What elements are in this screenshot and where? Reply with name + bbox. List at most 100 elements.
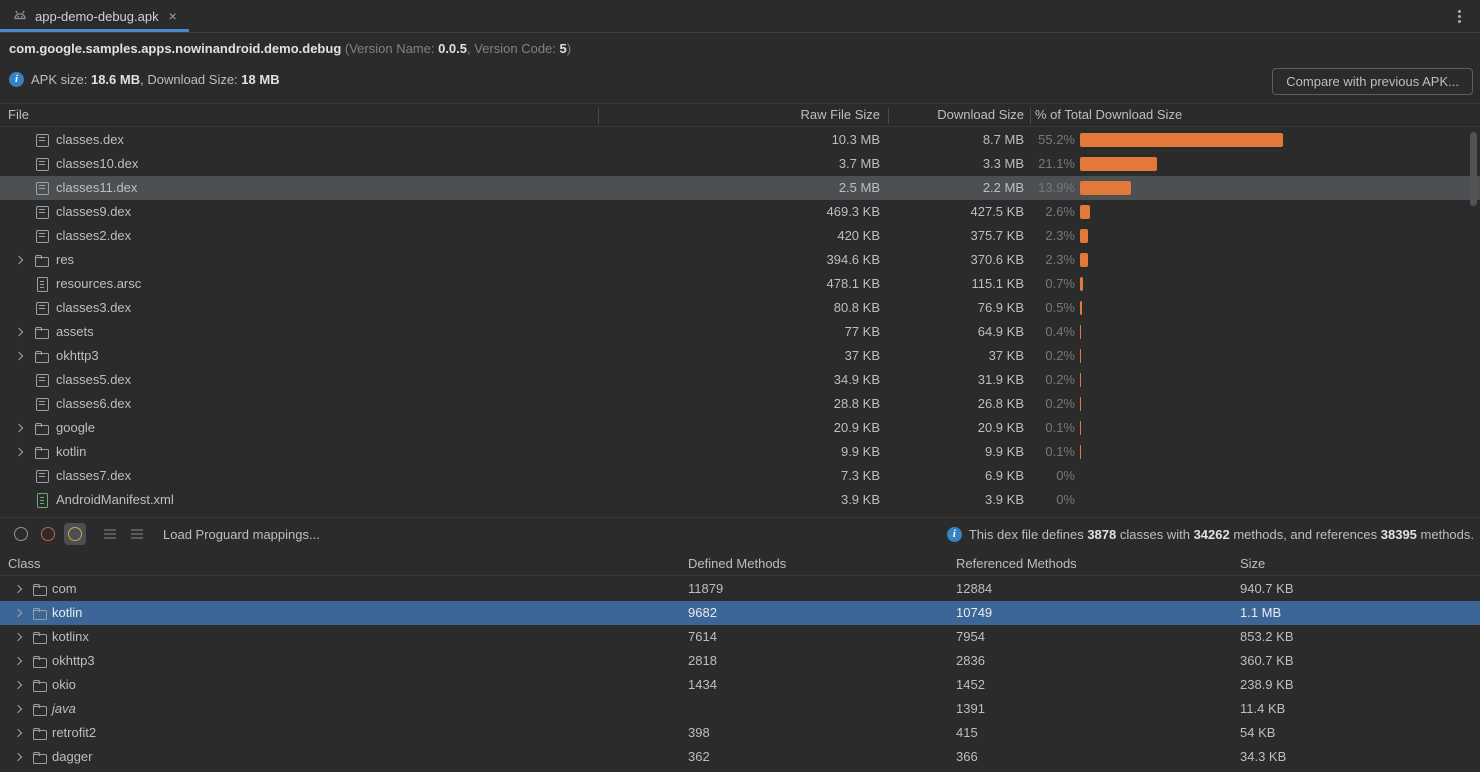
file-name: resources.arsc [56,272,141,296]
class-row[interactable]: dagger 362 366 34.3 KB [0,745,1480,769]
column-divider[interactable] [888,108,889,124]
package-icon [32,677,48,693]
dex-method-count: 34262 [1194,527,1230,542]
raw-file-size-value: 2.5 MB [839,176,880,200]
file-row[interactable]: kotlin 9.9 KB 9.9 KB 0.1% [0,440,1480,464]
percent-value: 0.1% [1045,440,1075,464]
column-header-size[interactable]: Size [1240,551,1265,576]
defined-methods-value: 11879 [688,577,723,601]
column-header-file[interactable]: File [8,104,29,126]
download-size-value: 37 KB [989,344,1024,368]
class-name: java [52,697,76,721]
raw-file-size-value: 20.9 KB [834,416,880,440]
column-header-percent-of-total[interactable]: % of Total Download Size [1035,104,1182,126]
expand-chevron-icon[interactable] [14,585,22,593]
show-all-nodes-icon[interactable] [10,523,32,545]
expand-chevron-icon[interactable] [15,256,23,264]
tab-apk-file[interactable]: app-demo-debug.apk × [0,0,189,32]
expand-chevron-icon[interactable] [14,657,22,665]
download-size-value: 3.9 KB [985,488,1024,512]
column-header-raw-file-size[interactable]: Raw File Size [801,104,880,126]
file-row[interactable]: classes10.dex 3.7 MB 3.3 MB 21.1% [0,152,1480,176]
expand-chevron-icon[interactable] [14,609,22,617]
referenced-methods-value: 1452 [956,673,985,697]
expand-chevron-icon[interactable] [14,681,22,689]
class-row[interactable]: okio 1434 1452 238.9 KB [0,673,1480,697]
file-row[interactable]: okhttp3 37 KB 37 KB 0.2% [0,344,1480,368]
percent-bar [1080,181,1131,195]
download-size-value: 3.3 MB [983,152,1024,176]
expand-chevron-icon[interactable] [15,424,23,432]
vertical-scrollbar[interactable] [1470,132,1477,206]
show-removed-nodes-icon[interactable] [37,523,59,545]
load-proguard-mappings[interactable]: Load Proguard mappings... [163,527,320,542]
raw-file-size-value: 7.3 KB [841,464,880,488]
column-header-download-size[interactable]: Download Size [937,104,1024,126]
percent-bar [1080,277,1083,291]
column-divider[interactable] [598,108,599,124]
file-row[interactable]: classes6.dex 28.8 KB 26.8 KB 0.2% [0,392,1480,416]
file-row[interactable]: google 20.9 KB 20.9 KB 0.1% [0,416,1480,440]
folder-icon [34,324,50,340]
file-row[interactable]: resources.arsc 478.1 KB 115.1 KB 0.7% [0,272,1480,296]
column-header-class[interactable]: Class [8,551,41,576]
dex-icon [34,132,50,148]
file-name: classes5.dex [56,368,131,392]
download-size-value: 18 MB [241,72,279,87]
class-row[interactable]: kotlin 9682 10749 1.1 MB [0,601,1480,625]
class-row[interactable]: okhttp3 2818 2836 360.7 KB [0,649,1480,673]
download-size-value: 8.7 MB [983,128,1024,152]
column-header-defined-methods[interactable]: Defined Methods [688,551,786,576]
class-row[interactable]: retrofit2 398 415 54 KB [0,721,1480,745]
class-row[interactable]: java 1391 11.4 KB [0,697,1480,721]
close-tab-icon[interactable]: × [169,9,177,23]
collapse-all-icon[interactable] [126,523,148,545]
file-name: classes2.dex [56,224,131,248]
files-table-body: classes.dex 10.3 MB 8.7 MB 55.2% classes… [0,128,1480,512]
percent-bar [1080,397,1081,411]
expand-chevron-icon[interactable] [15,448,23,456]
file-row[interactable]: res 394.6 KB 370.6 KB 2.3% [0,248,1480,272]
expand-all-icon[interactable] [99,523,121,545]
version-name: 0.0.5 [438,41,467,56]
referenced-methods-value: 10749 [956,601,992,625]
folder-icon [34,348,50,364]
download-size-value: 6.9 KB [985,464,1024,488]
file-row[interactable]: classes11.dex 2.5 MB 2.2 MB 13.9% [0,176,1480,200]
percent-bar [1080,445,1081,459]
file-row[interactable]: assets 77 KB 64.9 KB 0.4% [0,320,1480,344]
expand-chevron-icon[interactable] [15,328,23,336]
percent-value: 0.4% [1045,320,1075,344]
defined-methods-value: 398 [688,721,710,745]
package-icon [32,629,48,645]
expand-chevron-icon[interactable] [15,352,23,360]
manifest-icon [34,492,50,508]
expand-chevron-icon[interactable] [14,633,22,641]
show-referenced-nodes-icon[interactable] [64,523,86,545]
expand-chevron-icon[interactable] [14,729,22,737]
expand-chevron-icon[interactable] [14,753,22,761]
class-row[interactable]: com 11879 12884 940.7 KB [0,577,1480,601]
class-row[interactable]: kotlinx 7614 7954 853.2 KB [0,625,1480,649]
column-divider[interactable] [1030,108,1031,124]
file-row[interactable]: classes3.dex 80.8 KB 76.9 KB 0.5% [0,296,1480,320]
referenced-methods-value: 12884 [956,577,992,601]
more-options-icon[interactable] [1450,7,1468,26]
file-row[interactable]: classes7.dex 7.3 KB 6.9 KB 0% [0,464,1480,488]
expand-chevron-icon[interactable] [14,705,22,713]
dex-reference-count: 38395 [1381,527,1417,542]
file-name: assets [56,320,94,344]
raw-file-size-value: 37 KB [845,344,880,368]
percent-value: 0.2% [1045,392,1075,416]
file-row[interactable]: AndroidManifest.xml 3.9 KB 3.9 KB 0% [0,488,1480,512]
file-row[interactable]: classes5.dex 34.9 KB 31.9 KB 0.2% [0,368,1480,392]
info-icon [947,527,962,542]
size-value: 1.1 MB [1240,601,1281,625]
apk-size-line: APK size: 18.6 MB, Download Size: 18 MB [9,68,280,90]
file-row[interactable]: classes.dex 10.3 MB 8.7 MB 55.2% [0,128,1480,152]
compare-with-previous-apk-button[interactable]: Compare with previous APK... [1272,68,1473,95]
file-row[interactable]: classes9.dex 469.3 KB 427.5 KB 2.6% [0,200,1480,224]
file-row[interactable]: classes2.dex 420 KB 375.7 KB 2.3% [0,224,1480,248]
column-header-referenced-methods[interactable]: Referenced Methods [956,551,1077,576]
raw-file-size-value: 394.6 KB [827,248,881,272]
